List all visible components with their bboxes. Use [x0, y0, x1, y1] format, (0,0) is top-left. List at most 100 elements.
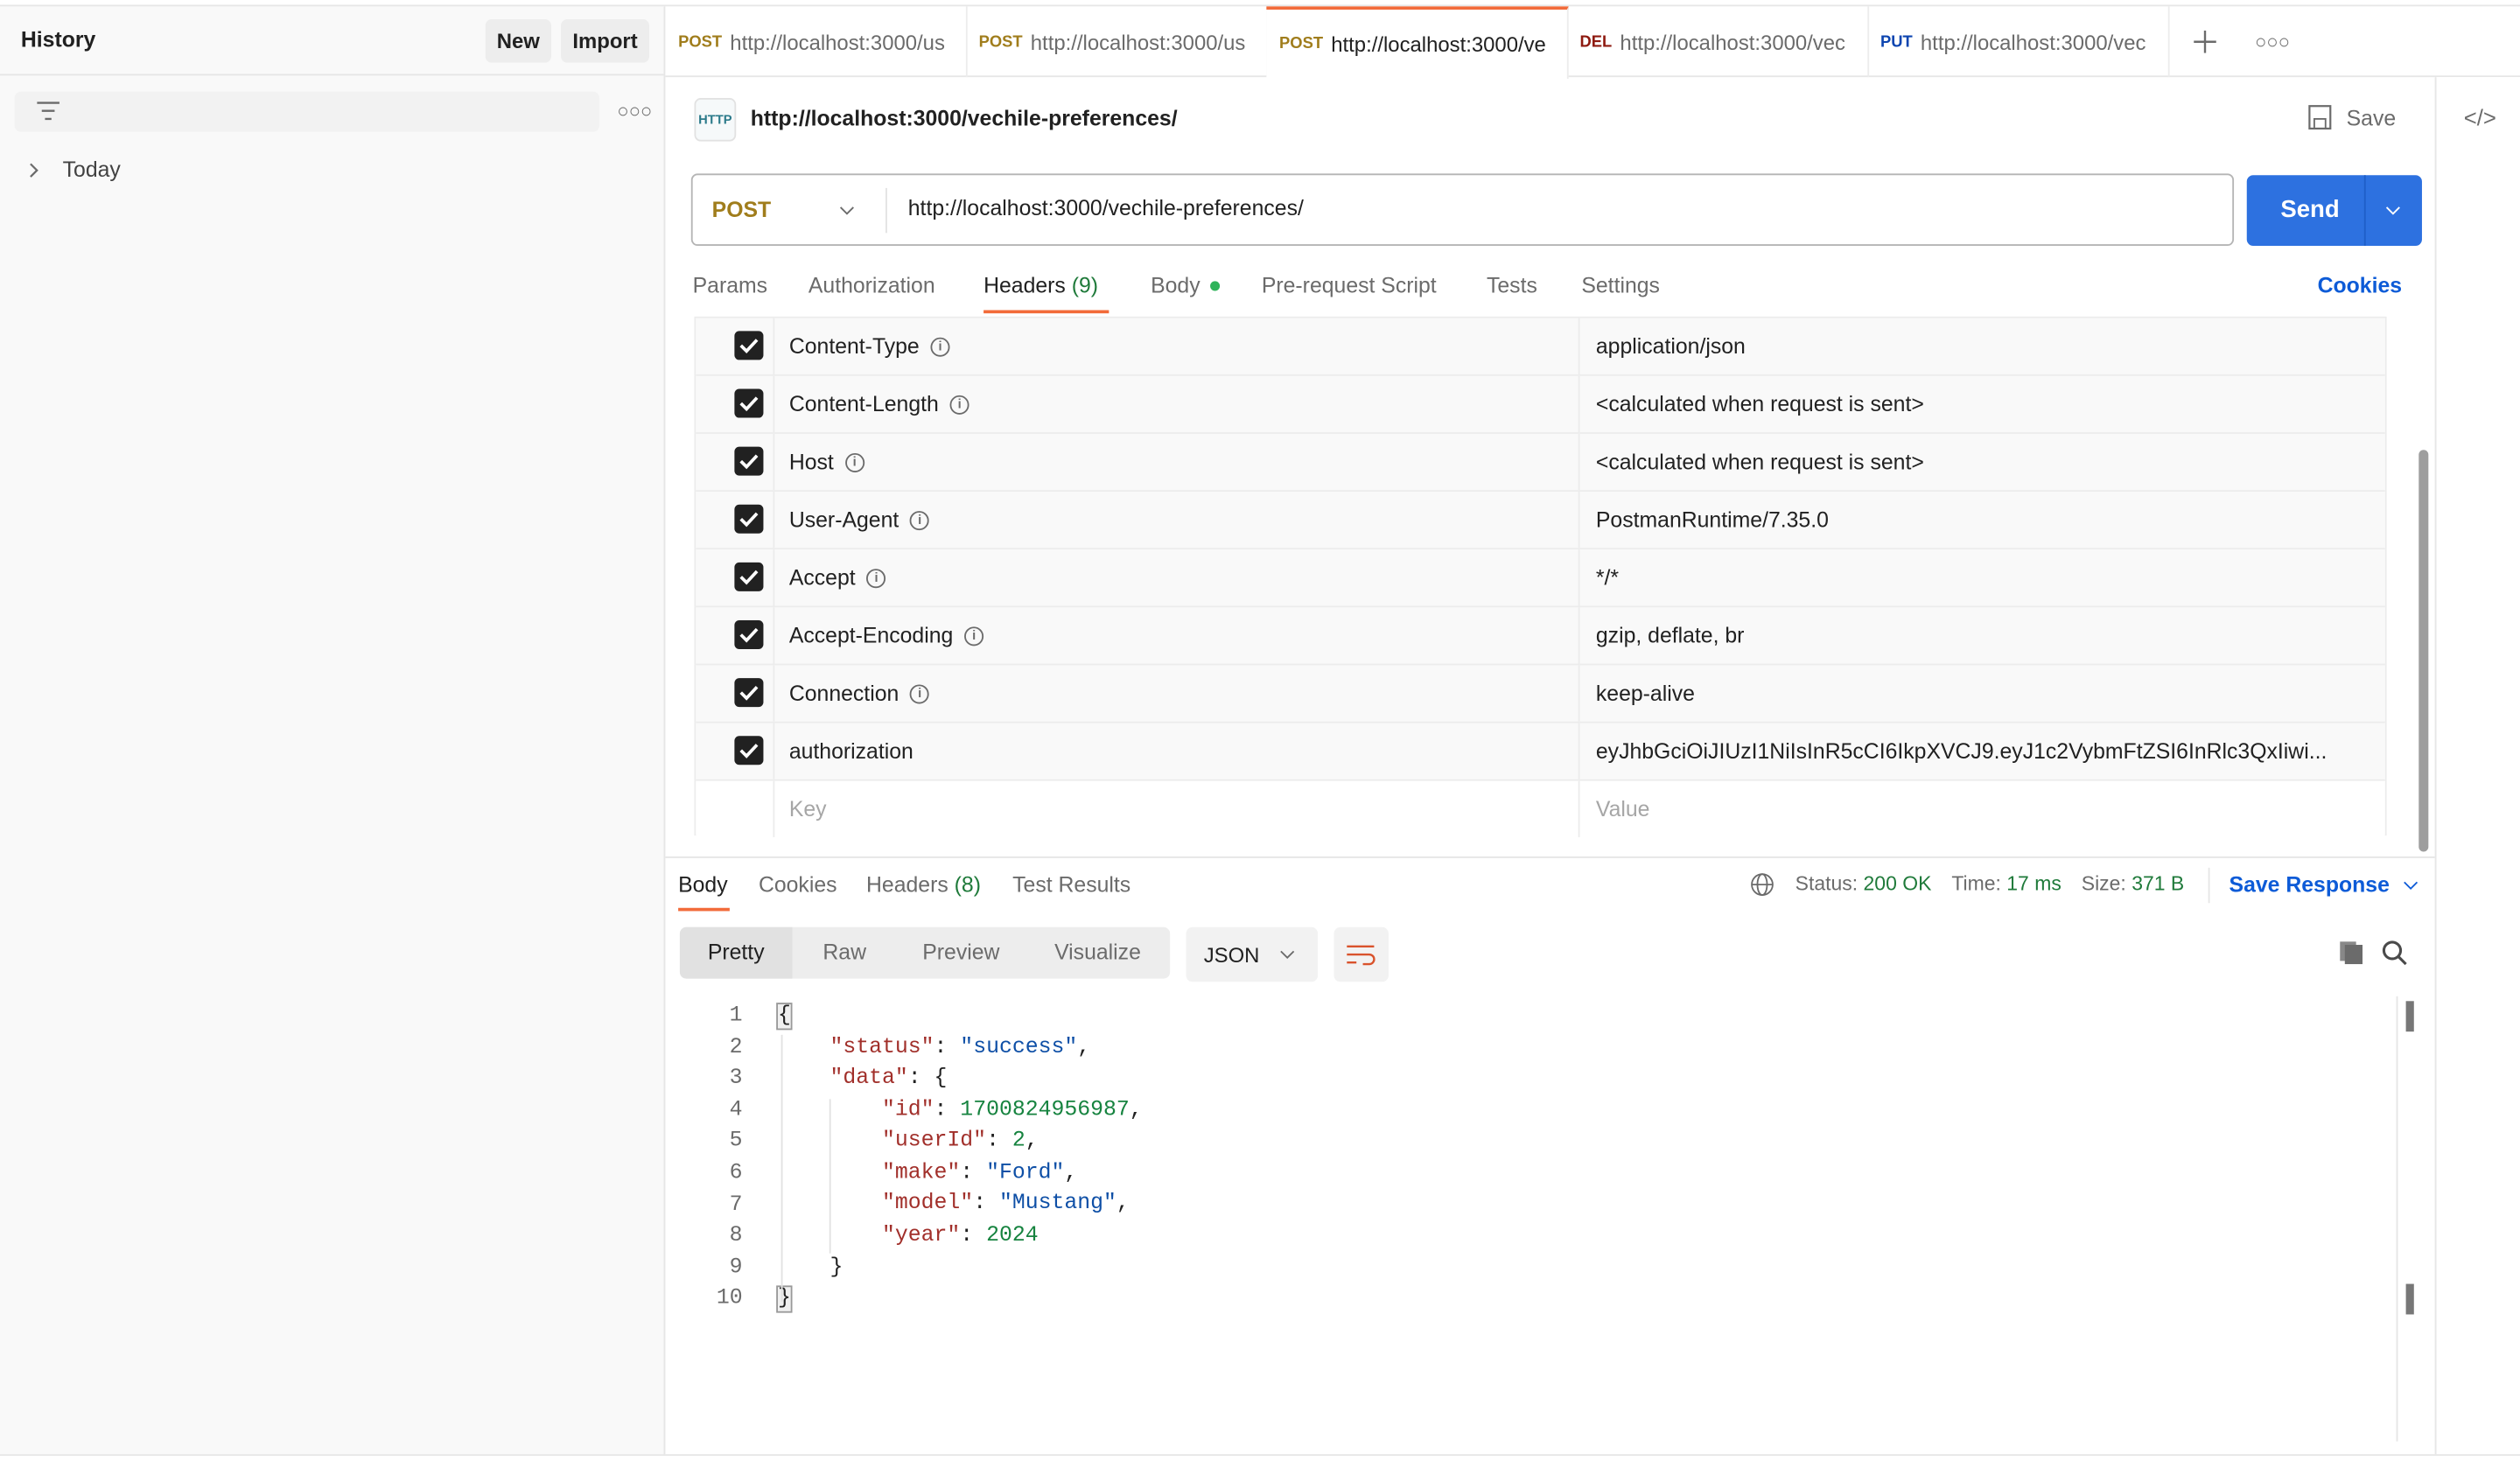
url-input[interactable]: http://localhost:3000/vechile-preference…: [908, 196, 1304, 220]
header-enabled-checkbox[interactable]: [734, 736, 764, 765]
cookies-link[interactable]: Cookies: [2318, 273, 2402, 297]
search-icon[interactable]: [2382, 940, 2407, 966]
header-value[interactable]: application/json: [1580, 318, 2385, 374]
send-options-chevron-icon[interactable]: [2385, 206, 2401, 215]
tab-authorization[interactable]: Authorization: [808, 273, 935, 297]
header-value[interactable]: keep-alive: [1580, 665, 2385, 721]
tab-url: http://localhost:3000/us: [1030, 29, 1246, 54]
size-value[interactable]: 371 B: [2132, 872, 2184, 895]
sidebar: History New Import ○○○ Today: [0, 6, 666, 1455]
json-id: 1700824956987: [960, 1099, 1130, 1123]
response-meta: Status: 200 OK Time: 17 ms Size: 371 B: [1796, 872, 2185, 895]
copy-icon[interactable]: [2338, 940, 2363, 965]
method-select[interactable]: POST: [693, 175, 886, 244]
header-value[interactable]: <calculated when request is sent>: [1580, 434, 2385, 490]
import-button[interactable]: Import: [561, 19, 650, 63]
url-bar: POST http://localhost:3000/vechile-prefe…: [690, 173, 2235, 247]
checkbox-cell: [696, 665, 775, 722]
request-title[interactable]: http://localhost:3000/vechile-preference…: [751, 106, 1178, 130]
header-value[interactable]: eyJhbGciOiJIUzI1NiIsInR5cCI6IkpXVCJ9.eyJ…: [1580, 724, 2385, 779]
new-header-key-input[interactable]: Key: [774, 780, 1580, 837]
wrap-icon: [1347, 945, 1376, 966]
header-enabled-checkbox[interactable]: [734, 331, 764, 360]
view-preview[interactable]: Preview: [897, 927, 1026, 979]
code-line: "make": "Ford",: [882, 1161, 1078, 1186]
tab-headers[interactable]: Headers (9): [984, 273, 1098, 297]
tab-label: Body: [1151, 273, 1200, 297]
info-icon[interactable]: i: [930, 338, 950, 358]
json-model: Mustang: [1012, 1192, 1104, 1217]
json-userid: 2: [1012, 1129, 1026, 1154]
header-key[interactable]: User-Agent i: [774, 492, 1580, 549]
tab-tests[interactable]: Tests: [1487, 273, 1537, 297]
tabs-more-icon[interactable]: ○○○: [2255, 31, 2290, 53]
header-enabled-checkbox[interactable]: [734, 446, 764, 476]
info-icon[interactable]: i: [910, 685, 930, 705]
line-number: 10: [716, 1287, 743, 1312]
save-response-button[interactable]: Save Response: [2230, 872, 2418, 897]
tab-settings[interactable]: Settings: [1581, 273, 1660, 297]
new-tab-icon[interactable]: [2194, 30, 2216, 53]
send-button[interactable]: Send: [2246, 175, 2422, 247]
request-tab[interactable]: DEL http://localhost:3000/vec: [1567, 6, 1870, 78]
history-group-today[interactable]: Today: [29, 157, 121, 182]
tab-pre-request-script[interactable]: Pre-request Script: [1262, 273, 1437, 297]
header-enabled-checkbox[interactable]: [734, 562, 764, 591]
tab-params[interactable]: Params: [693, 273, 767, 297]
header-key[interactable]: Content-Type i: [774, 318, 1580, 374]
response-tab-headers[interactable]: Headers (8): [866, 872, 981, 897]
header-key[interactable]: Accept i: [774, 549, 1580, 606]
view-raw[interactable]: Raw: [793, 927, 897, 979]
header-enabled-checkbox[interactable]: [734, 388, 764, 418]
format-select[interactable]: JSON: [1186, 926, 1319, 982]
wrap-lines-button[interactable]: [1334, 926, 1389, 982]
new-header-value-input[interactable]: Value: [1580, 781, 2385, 837]
scrollbar[interactable]: [2418, 450, 2429, 852]
status-value[interactable]: 200 OK: [1864, 872, 1932, 895]
time-value[interactable]: 17 ms: [2006, 872, 2062, 895]
request-tab-active[interactable]: POST http://localhost:3000/ve: [1266, 6, 1569, 80]
line-number: 3: [729, 1066, 743, 1092]
chevron-down-icon: [1280, 950, 1295, 959]
header-key[interactable]: Content-Length i: [774, 375, 1580, 433]
request-tab[interactable]: POST http://localhost:3000/us: [966, 6, 1269, 78]
code-icon[interactable]: </>: [2464, 104, 2496, 129]
header-value[interactable]: <calculated when request is sent>: [1580, 376, 2385, 432]
request-tab[interactable]: PUT http://localhost:3000/vec: [1867, 6, 2170, 78]
info-icon[interactable]: i: [844, 453, 864, 473]
response-tab-body[interactable]: Body: [678, 872, 728, 897]
line-number: 2: [729, 1035, 743, 1060]
info-icon[interactable]: i: [866, 570, 886, 590]
globe-icon[interactable]: [1750, 872, 1774, 897]
checkbox-cell: [696, 492, 775, 549]
header-value[interactable]: gzip, deflate, br: [1580, 607, 2385, 663]
info-icon[interactable]: i: [910, 511, 930, 531]
header-value[interactable]: */*: [1580, 549, 2385, 605]
header-key[interactable]: Host i: [774, 433, 1580, 491]
tab-body[interactable]: Body: [1151, 273, 1220, 297]
history-search-input[interactable]: [14, 91, 600, 132]
request-tab[interactable]: POST http://localhost:3000/us: [665, 6, 968, 78]
indent-guide: [829, 1099, 831, 1254]
view-visualize[interactable]: Visualize: [1026, 927, 1170, 979]
more-icon[interactable]: ○○○: [617, 100, 652, 122]
header-key[interactable]: Accept-Encoding i: [774, 607, 1580, 664]
response-tab-cookies[interactable]: Cookies: [759, 872, 837, 897]
info-icon[interactable]: i: [949, 395, 970, 416]
save-button[interactable]: Save: [2308, 104, 2397, 130]
header-key[interactable]: Connection i: [774, 665, 1580, 722]
view-pretty[interactable]: Pretty: [679, 926, 793, 979]
info-icon[interactable]: i: [964, 627, 984, 647]
header-enabled-checkbox[interactable]: [734, 619, 764, 650]
response-tab-test-results[interactable]: Test Results: [1012, 872, 1130, 897]
header-key-text: Connection: [788, 681, 900, 706]
header-enabled-checkbox[interactable]: [734, 504, 764, 534]
header-value[interactable]: PostmanRuntime/7.35.0: [1580, 492, 2385, 548]
new-button[interactable]: New: [485, 19, 552, 63]
tab-method: PUT: [1880, 32, 1913, 51]
header-key[interactable]: authorization: [774, 723, 1580, 779]
save-label: Save: [2346, 105, 2397, 129]
header-enabled-checkbox[interactable]: [734, 678, 764, 708]
editor-scroll-track[interactable]: [2396, 996, 2398, 1442]
header-row: Accept-Encoding i gzip, deflate, br: [696, 607, 2385, 666]
